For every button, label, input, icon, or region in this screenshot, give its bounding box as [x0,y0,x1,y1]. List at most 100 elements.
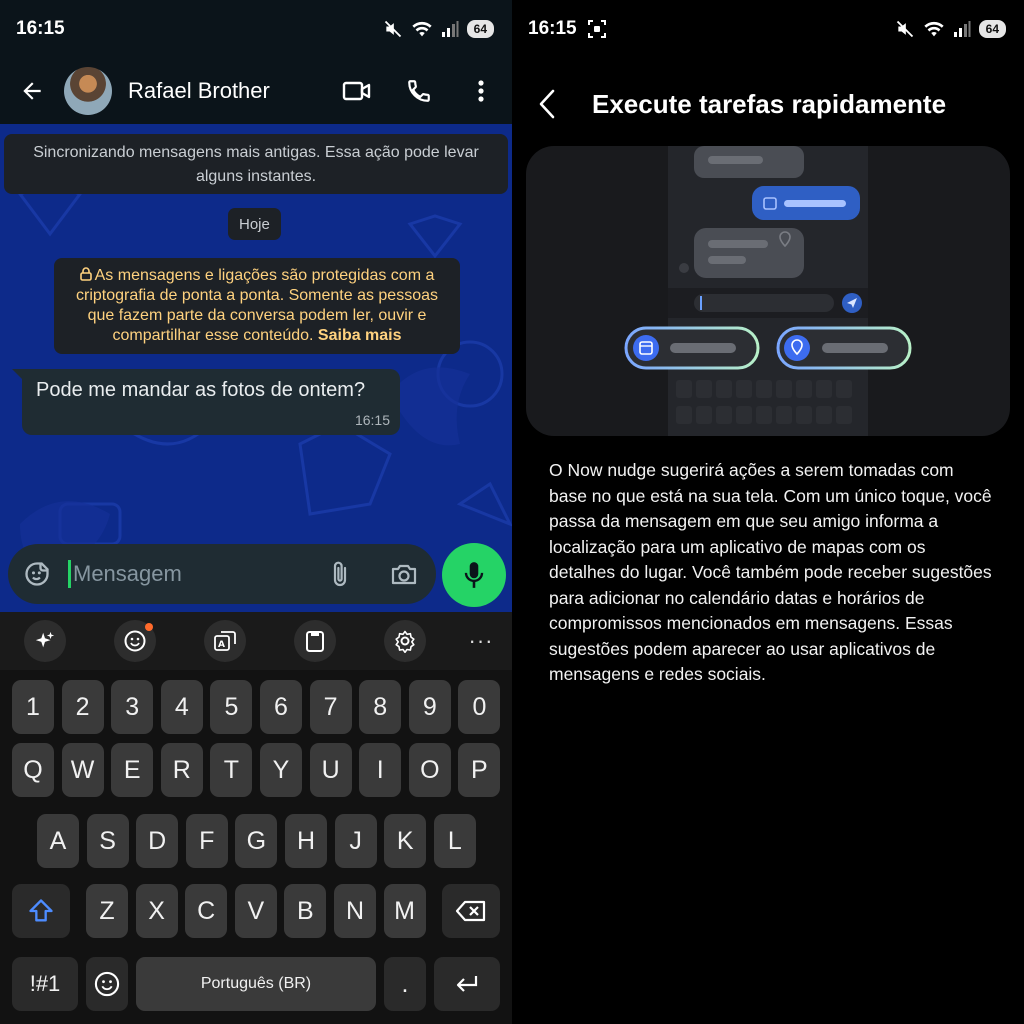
learn-more-link[interactable]: Saiba mais [318,327,402,344]
chat-area: Sincronizando mensagens mais antigas. Es… [0,124,512,612]
status-icons: 64 [383,19,494,39]
back-button[interactable] [512,72,582,136]
voice-message-button[interactable] [442,543,506,607]
emoji-icon [124,630,146,652]
enter-icon [456,976,478,992]
phone-icon [408,80,430,102]
chat-wallpaper [17,182,512,581]
key-v[interactable]: V [234,884,277,938]
sync-banner-text: Sincronizando mensagens mais antigas. Es… [33,144,479,185]
symbols-key[interactable]: !#1 [12,957,78,1011]
key-s[interactable]: S [86,814,129,868]
key-k[interactable]: K [384,814,427,868]
emoji-key-icon [94,971,120,997]
key-5[interactable]: 5 [210,680,253,734]
status-time: 16:15 [528,18,577,39]
space-key[interactable]: Português (BR) [136,957,376,1011]
header-actions [326,58,512,124]
key-z[interactable]: Z [86,884,128,938]
back-arrow-icon [23,82,41,100]
key-h[interactable]: H [285,814,327,868]
key-f[interactable]: F [185,814,228,868]
signal-icon [441,21,459,37]
key-n[interactable]: N [334,884,376,938]
key-u[interactable]: U [309,743,352,797]
key-7[interactable]: 7 [309,680,352,734]
date-chip: Hoje [228,208,281,240]
video-call-icon [342,81,371,101]
key-x[interactable]: X [135,884,178,938]
key-0[interactable]: 0 [458,680,501,734]
key-o[interactable]: O [408,743,451,797]
key-9[interactable]: 9 [408,680,451,734]
wifi-icon [412,21,432,37]
period-key[interactable]: . [384,957,426,1011]
key-p[interactable]: P [458,743,501,797]
key-j[interactable]: J [334,814,377,868]
message-input[interactable]: Mensagem [71,544,308,604]
video-call-button[interactable] [326,58,388,124]
message-text: Pode me mandar as fotos de ontem? [36,379,366,401]
key-b[interactable]: B [284,884,327,938]
shift-key[interactable] [12,884,70,938]
attach-button[interactable] [308,544,372,604]
key-1[interactable]: 1 [12,680,54,734]
battery-indicator: 64 [466,20,494,38]
key-t[interactable]: T [210,743,253,797]
key-r[interactable]: R [160,743,203,797]
enter-key[interactable] [434,957,500,1011]
key-i[interactable]: I [359,743,402,797]
key-d[interactable]: D [136,814,179,868]
clipboard-icon [306,631,324,652]
keyboard-toolbar: A ··· [0,612,512,670]
ai-tools-button[interactable] [24,620,66,662]
now-nudge-illustration [624,146,912,436]
key-q[interactable]: Q [12,743,54,797]
feature-illustration [526,146,1010,436]
page-title: Execute tarefas rapidamente [592,88,947,119]
more-options-button[interactable] [450,58,512,124]
battery-indicator: 64 [978,20,1006,38]
clipboard-button[interactable] [294,620,336,662]
key-a[interactable]: A [37,814,79,868]
chat-header: Rafael Brother [0,58,512,124]
status-bar: 16:15 64 [0,0,512,58]
wifi-icon [924,21,944,37]
key-e[interactable]: E [111,743,154,797]
key-8[interactable]: 8 [359,680,402,734]
more-vert-icon [478,80,484,102]
avatar[interactable] [64,67,112,115]
camera-button[interactable] [372,544,436,604]
key-6[interactable]: 6 [260,680,302,734]
status-time: 16:15 [16,18,65,39]
key-4[interactable]: 4 [160,680,203,734]
status-bar: 16:15 64 [512,0,1024,58]
contact-name[interactable]: Rafael Brother [128,78,270,104]
voice-call-button[interactable] [388,58,450,124]
encryption-notice[interactable]: As mensagens e ligações são protegidas c… [54,258,460,354]
sticker-button[interactable] [8,544,66,604]
emoji-tool-button[interactable] [114,620,156,662]
backspace-icon [455,900,486,922]
key-g[interactable]: G [235,814,278,868]
key-m[interactable]: M [383,884,426,938]
key-c[interactable]: C [185,884,228,938]
toolbar-more-button[interactable]: ··· [460,620,502,662]
key-l[interactable]: L [433,814,476,868]
emoji-key[interactable] [86,957,128,1011]
backspace-key[interactable] [442,884,500,938]
key-2[interactable]: 2 [61,680,104,734]
incoming-message[interactable]: Pode me mandar as fotos de ontem? 16:15 [22,369,400,435]
chevron-left-icon [539,89,555,119]
lock-icon [79,267,92,281]
whatsapp-screen: 16:15 64 Rafael Brother Sincronizando me… [0,0,512,1024]
mute-icon [896,20,913,38]
translate-button[interactable]: A [204,620,246,662]
settings-screen: 16:15 64 Execute tarefas rapidamente O N… [512,0,1024,1024]
back-button[interactable] [0,58,64,124]
feature-description: O Now nudge sugerirá ações a serem tomad… [549,460,992,684]
key-3[interactable]: 3 [111,680,154,734]
key-y[interactable]: Y [260,743,302,797]
key-w[interactable]: W [61,743,104,797]
keyboard-settings-button[interactable] [384,620,426,662]
